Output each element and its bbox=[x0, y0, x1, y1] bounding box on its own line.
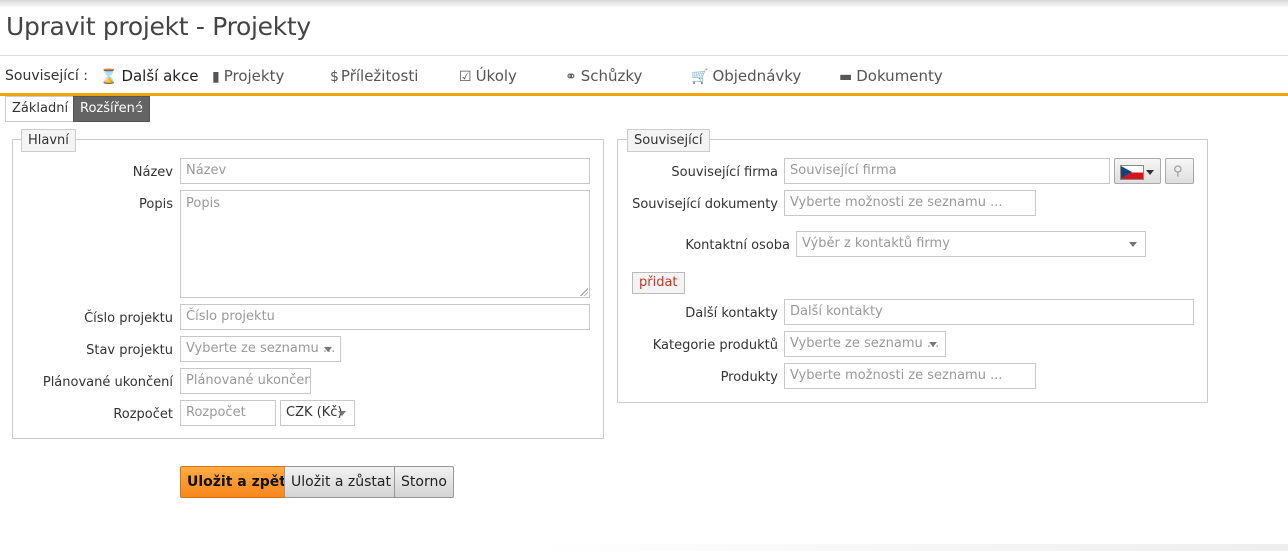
cancel-button[interactable]: Storno bbox=[394, 466, 454, 498]
product-category-label: Kategorie produktů bbox=[652, 338, 778, 353]
products-label: Produkty bbox=[720, 370, 778, 385]
related-item-next-actions[interactable]: ⌛ Další akce bbox=[100, 67, 198, 85]
description-textarea[interactable]: Popis bbox=[180, 190, 590, 298]
related-company-input[interactable]: Související firma bbox=[784, 158, 1110, 184]
folder-icon: ▬ bbox=[839, 69, 853, 85]
cart-icon: 🛒 bbox=[691, 69, 709, 85]
company-lookup-button[interactable]: ⚲ bbox=[1165, 158, 1194, 184]
contact-person-label: Kontaktní osoba bbox=[685, 238, 790, 253]
related-item-label: Příležitosti bbox=[340, 67, 419, 85]
dollar-icon: $ bbox=[330, 69, 339, 85]
calendar-check-icon: ☑ bbox=[459, 69, 472, 85]
czech-flag-icon bbox=[1120, 165, 1144, 180]
bottom-shade bbox=[530, 544, 1288, 551]
related-item-opportunities[interactable]: $ Příležitosti bbox=[330, 67, 418, 85]
currency-select[interactable]: CZK (Kč) bbox=[280, 400, 355, 426]
tab-extended[interactable]: Rozšířené bbox=[73, 96, 150, 122]
description-label: Popis bbox=[139, 197, 173, 212]
related-item-label: Dokumenty bbox=[856, 67, 943, 85]
project-status-select[interactable]: Vyberte ze seznamu ... bbox=[180, 336, 341, 362]
main-legend: Hlavní bbox=[21, 129, 76, 152]
related-item-meetings[interactable]: ⚭ Schůzky bbox=[565, 67, 642, 85]
related-item-label: Schůzky bbox=[580, 67, 643, 85]
budget-label: Rozpočet bbox=[113, 407, 173, 422]
project-status-label: Stav projektu bbox=[86, 343, 173, 358]
related-legend: Související bbox=[627, 129, 710, 152]
project-number-input[interactable]: Číslo projektu bbox=[180, 304, 590, 330]
related-item-documents[interactable]: ▬ Dokumenty bbox=[839, 67, 943, 85]
tab-basic[interactable]: Základní bbox=[5, 96, 76, 122]
related-documents-select[interactable]: Vyberte možnosti ze seznamu ... bbox=[784, 190, 1036, 216]
handshake-icon: ⚭ bbox=[565, 69, 577, 85]
products-select[interactable]: Vyberte možnosti ze seznamu ... bbox=[784, 363, 1036, 389]
other-contacts-label: Další kontakty bbox=[685, 306, 778, 321]
related-item-label: Objednávky bbox=[712, 67, 802, 85]
related-navigation-bar: Související : ⌛ Další akce ▮ Projekty $ Pří… bbox=[0, 56, 1288, 96]
window-top-shade bbox=[0, 0, 1288, 8]
product-category-select[interactable]: Vyberte ze seznamu ... bbox=[784, 331, 946, 357]
caret-down-icon bbox=[1146, 170, 1154, 175]
resize-handle-icon[interactable] bbox=[579, 287, 588, 296]
contact-person-select[interactable]: Výběr z kontaktů firmy bbox=[796, 231, 1146, 257]
page-title: Upravit projekt - Projekty bbox=[6, 12, 311, 41]
other-contacts-input[interactable]: Další kontakty bbox=[784, 299, 1194, 325]
planned-end-input[interactable]: Plánované ukončení bbox=[180, 368, 311, 394]
related-label: Související : bbox=[5, 68, 88, 84]
related-item-label: Úkoly bbox=[475, 67, 517, 85]
stamp-icon: ⚲ bbox=[1173, 164, 1183, 179]
project-number-label: Číslo projektu bbox=[84, 311, 173, 326]
add-contact-button[interactable]: přidat bbox=[632, 272, 685, 294]
name-input[interactable]: Název bbox=[180, 158, 590, 184]
related-documents-label: Související dokumenty bbox=[632, 197, 778, 212]
related-item-label: Projekty bbox=[223, 67, 285, 85]
building-icon: ▮ bbox=[212, 69, 220, 85]
related-item-tasks[interactable]: ☑ Úkoly bbox=[459, 67, 517, 85]
related-item-label: Další akce bbox=[121, 67, 199, 85]
name-label: Název bbox=[132, 165, 173, 180]
planned-end-label: Plánované ukončení bbox=[42, 375, 173, 390]
save-and-back-button[interactable]: Uložit a zpět bbox=[180, 466, 293, 498]
save-and-stay-button[interactable]: Uložit a zůstat bbox=[284, 466, 398, 498]
hourglass-icon: ⌛ bbox=[100, 69, 118, 85]
budget-input[interactable]: Rozpočet bbox=[180, 400, 276, 426]
related-company-label: Související firma bbox=[671, 165, 778, 180]
related-item-orders[interactable]: 🛒 Objednávky bbox=[691, 67, 801, 85]
description-placeholder: Popis bbox=[186, 196, 220, 211]
country-flag-dropdown[interactable] bbox=[1114, 158, 1161, 184]
related-item-projects[interactable]: ▮ Projekty bbox=[212, 67, 284, 85]
